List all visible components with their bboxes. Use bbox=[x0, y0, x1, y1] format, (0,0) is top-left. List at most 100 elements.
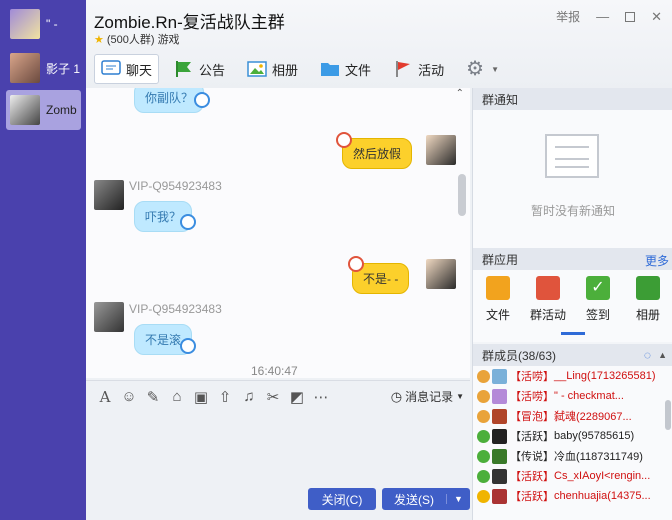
close-icon[interactable]: ✕ bbox=[651, 9, 662, 25]
member-icon bbox=[477, 409, 490, 423]
search-icon[interactable]: ◌ bbox=[644, 348, 651, 362]
app-label: 签到 bbox=[585, 308, 610, 322]
send-button[interactable]: 发送(S) ▼ bbox=[382, 488, 470, 510]
member-name: 弑魂(2289067... bbox=[554, 411, 632, 423]
collapse-icon[interactable]: ⌃ bbox=[456, 88, 464, 99]
checkmark-icon: ✓ bbox=[586, 276, 610, 300]
history-label: 消息记录 bbox=[405, 390, 454, 404]
conversation-item-3[interactable]: Zomb bbox=[6, 90, 81, 130]
member-name: baby(95785615) bbox=[554, 430, 635, 442]
avatar bbox=[492, 488, 507, 504]
mascot-icon bbox=[348, 256, 364, 272]
member-row[interactable]: 【冒泡】 弑魂(2289067... bbox=[473, 406, 672, 426]
tab-chat[interactable]: 聊天 bbox=[94, 54, 160, 84]
group-category: 游戏 bbox=[157, 34, 180, 46]
tab-album[interactable]: 相册 bbox=[240, 54, 305, 84]
sender-name: VIP-Q954923483 bbox=[129, 179, 222, 193]
send-label: 发送(S) bbox=[394, 492, 434, 507]
member-row[interactable]: 【活跃】 baby(95785615) bbox=[473, 426, 672, 446]
report-link[interactable]: 举报 bbox=[556, 8, 580, 25]
member-icon bbox=[477, 469, 490, 483]
avatar bbox=[10, 9, 40, 39]
member-name: " - checkmat... bbox=[554, 390, 624, 402]
font-icon[interactable]: A bbox=[96, 388, 114, 406]
notice-board-icon bbox=[545, 134, 599, 178]
music-icon[interactable]: ♫ bbox=[240, 388, 258, 406]
close-button[interactable]: 关闭(C) bbox=[308, 488, 376, 510]
member-tag: 【活跃】 bbox=[510, 431, 554, 443]
member-row[interactable]: 【活唠】 __Ling(1713265581) bbox=[473, 366, 672, 386]
clock-icon: ◷ bbox=[390, 388, 403, 404]
avatar bbox=[492, 388, 507, 404]
message-bubble: 然后放假 bbox=[342, 138, 413, 169]
app-album[interactable]: 相册 bbox=[623, 270, 672, 342]
picture-icon bbox=[247, 60, 267, 78]
member-tag: 【活跃】 bbox=[510, 471, 554, 483]
member-row[interactable]: 【活跃】 chenhuajia(14375... bbox=[473, 486, 672, 506]
member-scrollbar[interactable] bbox=[665, 400, 671, 430]
collapse-icon[interactable]: ▲ bbox=[658, 350, 667, 360]
gear-icon: ⚙ bbox=[466, 58, 485, 80]
scissors-icon[interactable]: ✂ bbox=[264, 388, 282, 406]
apps-pager[interactable] bbox=[561, 332, 585, 335]
avatar bbox=[426, 135, 456, 165]
member-list[interactable]: 【活唠】 __Ling(1713265581) 【活唠】 " - checkma… bbox=[473, 366, 672, 520]
app-files[interactable]: 文件 bbox=[473, 270, 523, 342]
input-toolbar: A ☺ ✎ ⌂ ▣ ⇧ ♫ ✂ ◩ ⋯ ◷ 消息记录 ▼ bbox=[86, 380, 470, 412]
doraemon-icon bbox=[180, 338, 196, 354]
more-icon[interactable]: ⋯ bbox=[312, 388, 330, 406]
gift-icon[interactable]: ⌂ bbox=[168, 388, 186, 406]
mascot-icon bbox=[336, 132, 352, 148]
flag-icon bbox=[174, 60, 194, 78]
member-row[interactable]: 【活跃】 Cs_xIAoyI<rengin... bbox=[473, 466, 672, 486]
avatar bbox=[10, 95, 40, 125]
chat-window: Zombie.Rn-复活战队主群 ★ (500人群) 游戏 举报 — ✕ 聊天 bbox=[86, 0, 672, 520]
emoji-icon[interactable]: ☺ bbox=[120, 388, 138, 406]
group-title: Zombie.Rn-复活战队主群 bbox=[94, 13, 285, 32]
avatar bbox=[492, 408, 507, 424]
member-tag: 【活唠】 bbox=[510, 371, 554, 383]
minimize-icon[interactable]: — bbox=[596, 9, 609, 24]
app-label: 群活动 bbox=[529, 308, 566, 322]
send-options-icon[interactable]: ▼ bbox=[446, 494, 470, 504]
tab-announcement[interactable]: 公告 bbox=[167, 54, 232, 84]
folder-icon bbox=[320, 60, 340, 78]
tab-files[interactable]: 文件 bbox=[313, 54, 378, 84]
member-row[interactable]: 【活唠】 " - checkmat... bbox=[473, 386, 672, 406]
member-icon bbox=[477, 389, 490, 403]
tab-label: 文件 bbox=[345, 62, 372, 78]
tab-settings[interactable]: ⚙ ▼ bbox=[459, 54, 506, 84]
tab-bar: 聊天 公告 相册 文件 活动 ⚙ ▼ bbox=[94, 53, 514, 85]
magic-wand-icon[interactable]: ✎ bbox=[144, 388, 162, 406]
member-tag: 【活跃】 bbox=[510, 491, 554, 503]
tab-activity[interactable]: 活动 bbox=[386, 54, 451, 84]
message-history-button[interactable]: ◷ 消息记录 ▼ bbox=[391, 388, 464, 405]
upload-icon[interactable]: ⇧ bbox=[216, 388, 234, 406]
flag-icon bbox=[536, 276, 560, 300]
conversation-item-2[interactable]: 影子 1 bbox=[6, 48, 81, 88]
message-area[interactable]: ⌃ 你副队？ 然后放假 VIP-Q954923483 吓我？ 不是- - VIP… bbox=[86, 88, 470, 378]
group-subtitle: ★ (500人群) 游戏 bbox=[94, 31, 180, 47]
chat-scrollbar[interactable] bbox=[458, 174, 466, 216]
window-controls: 举报 — ✕ bbox=[556, 8, 662, 25]
member-name: chenhuajia(14375... bbox=[554, 490, 651, 502]
screenshot-icon[interactable]: ◩ bbox=[288, 388, 306, 406]
avatar bbox=[10, 53, 40, 83]
avatar bbox=[492, 468, 507, 484]
star-icon: ★ bbox=[94, 33, 104, 46]
sender-name: VIP-Q954923483 bbox=[129, 302, 222, 316]
tab-label: 公告 bbox=[199, 62, 226, 78]
more-link[interactable]: 更多 bbox=[645, 252, 669, 269]
conversation-sidebar: " - 影子 1 Zomb bbox=[0, 0, 86, 520]
apps-header: 群应用 更多 bbox=[473, 248, 672, 270]
conversation-item-1[interactable]: " - bbox=[6, 4, 81, 44]
member-icon bbox=[477, 429, 490, 443]
member-icon bbox=[477, 449, 490, 463]
apps-title: 群应用 bbox=[482, 252, 519, 267]
member-icon bbox=[477, 489, 490, 503]
image-icon[interactable]: ▣ bbox=[192, 388, 210, 406]
member-tag: 【冒泡】 bbox=[510, 411, 554, 423]
maximize-icon[interactable] bbox=[625, 11, 636, 22]
member-row[interactable]: 【传说】 冷血(1187311749) bbox=[473, 446, 672, 466]
member-name: __Ling(1713265581) bbox=[554, 370, 656, 382]
